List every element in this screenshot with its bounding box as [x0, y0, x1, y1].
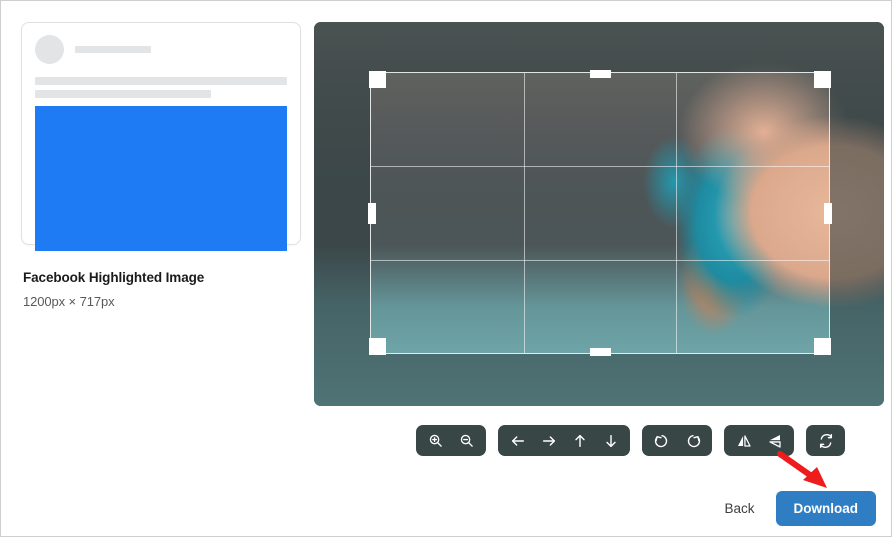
username-placeholder	[75, 46, 151, 53]
rotate-left-icon	[654, 434, 667, 447]
crop-handle-middle-left[interactable]	[368, 203, 376, 224]
text-line-placeholder-2	[35, 90, 212, 98]
move-up-button[interactable]	[564, 425, 595, 456]
move-left-button[interactable]	[502, 425, 533, 456]
footer-actions: Back Download	[724, 491, 876, 526]
preview-panel: Facebook Highlighted Image 1200px × 717p…	[21, 22, 301, 309]
reset-group	[806, 425, 845, 456]
move-right-button[interactable]	[533, 425, 564, 456]
zoom-group	[416, 425, 486, 456]
crop-gridline-vertical-1	[523, 73, 525, 353]
crop-handle-bottom-left[interactable]	[369, 338, 386, 355]
crop-handle-bottom-right[interactable]	[814, 338, 831, 355]
image-crop-canvas[interactable]	[314, 22, 884, 406]
flip-horizontal-icon	[737, 434, 751, 447]
reset-icon	[819, 433, 832, 448]
text-line-placeholder-1	[35, 77, 287, 85]
crop-handle-top-center[interactable]	[590, 70, 611, 78]
rotate-right-button[interactable]	[677, 425, 708, 456]
move-group	[498, 425, 630, 456]
flip-vertical-icon	[768, 434, 781, 448]
post-image-placeholder	[35, 106, 287, 251]
crop-dim-bottom	[314, 353, 884, 406]
image-cropper-window: Facebook Highlighted Image 1200px × 717p…	[0, 0, 892, 537]
flip-group	[724, 425, 794, 456]
move-down-button[interactable]	[595, 425, 626, 456]
flip-horizontal-button[interactable]	[728, 425, 759, 456]
rotate-right-icon	[687, 434, 700, 447]
flip-vertical-button[interactable]	[759, 425, 790, 456]
crop-handle-middle-right[interactable]	[824, 203, 832, 224]
crop-dim-left	[314, 73, 371, 353]
rotate-left-button[interactable]	[646, 425, 677, 456]
preview-meta: Facebook Highlighted Image 1200px × 717p…	[21, 270, 301, 309]
facebook-post-preview-card	[21, 22, 301, 251]
skeleton-header	[35, 35, 287, 64]
download-button[interactable]: Download	[775, 491, 876, 526]
reset-button[interactable]	[810, 425, 841, 456]
arrow-right-icon	[542, 435, 555, 446]
arrow-left-icon	[511, 435, 524, 446]
crop-dim-right	[829, 73, 884, 353]
back-button[interactable]: Back	[724, 501, 754, 516]
crop-dim-top	[314, 22, 884, 73]
rotate-group	[642, 425, 712, 456]
zoom-in-button[interactable]	[420, 425, 451, 456]
zoom-out-button[interactable]	[451, 425, 482, 456]
crop-selection-box[interactable]	[368, 70, 832, 356]
avatar-placeholder	[35, 35, 64, 64]
zoom-out-icon	[460, 434, 473, 447]
arrow-down-icon	[605, 434, 616, 447]
arrow-up-icon	[574, 434, 585, 447]
crop-gridline-horizontal-2	[371, 259, 829, 261]
preset-dimensions: 1200px × 717px	[23, 294, 115, 309]
preset-title: Facebook Highlighted Image	[23, 270, 205, 285]
crop-handle-bottom-center[interactable]	[590, 348, 611, 356]
crop-handle-top-right[interactable]	[814, 71, 831, 88]
crop-handle-top-left[interactable]	[369, 71, 386, 88]
editor-toolbar	[416, 425, 845, 456]
zoom-in-icon	[429, 434, 442, 447]
annotation-arrow-icon	[777, 451, 827, 488]
crop-gridline-vertical-2	[676, 73, 678, 353]
crop-gridline-horizontal-1	[371, 166, 829, 168]
